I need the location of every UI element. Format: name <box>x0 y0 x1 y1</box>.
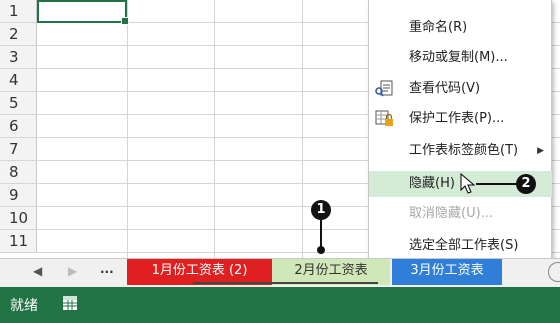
menu-item-label: 移动或复制(M)... <box>409 50 508 65</box>
tab-sheet-mar[interactable]: 3月份工资表 <box>392 259 502 285</box>
menu-item-view-code[interactable]: 查看代码(V) <box>369 76 552 102</box>
tab-scroll-right-icon[interactable]: ▶ <box>68 264 77 278</box>
menu-item-label: 取消隐藏(U)... <box>409 206 494 221</box>
menu-item-tab-color[interactable]: 工作表标签颜色(T) ▶ <box>369 138 552 164</box>
view-code-icon <box>374 80 394 98</box>
row-header[interactable]: 6 <box>0 115 37 137</box>
menu-item-protect-sheet[interactable]: 保护工作表(P)... <box>369 106 552 132</box>
callout-two-leader <box>476 183 516 185</box>
macro-record-icon[interactable] <box>62 295 78 311</box>
tab-scroll-left-icon[interactable]: ◀ <box>33 264 42 278</box>
row-header[interactable]: 10 <box>0 207 37 229</box>
selected-tabs-underline <box>193 282 378 284</box>
row-header[interactable]: 4 <box>0 69 37 91</box>
row-header[interactable]: 9 <box>0 184 37 206</box>
menu-item-unhide: 取消隐藏(U)... <box>369 201 552 227</box>
menu-item-label: 重命名(R) <box>409 20 468 35</box>
menu-item-label: 查看代码(V) <box>409 81 481 96</box>
callout-one: 1 <box>311 200 331 220</box>
protect-sheet-icon <box>374 110 394 128</box>
row-header[interactable]: 2 <box>0 23 37 45</box>
menu-item-rename[interactable]: 重命名(R) <box>369 15 552 41</box>
add-sheet-icon[interactable] <box>548 262 560 282</box>
context-menu: 重命名(R) 移动或复制(M)... 查看代码(V) 保护工作表(P)... 工… <box>368 0 552 262</box>
callout-one-leader <box>320 220 322 248</box>
row-header[interactable]: 5 <box>0 92 37 114</box>
row-header[interactable]: 1 <box>0 0 37 22</box>
callout-one-dot <box>317 246 325 254</box>
row-header[interactable]: 11 <box>0 230 37 252</box>
row-header[interactable]: 3 <box>0 46 37 68</box>
row-header[interactable]: 8 <box>0 161 37 183</box>
menu-item-label: 选定全部工作表(S) <box>409 238 519 253</box>
fill-handle[interactable] <box>121 17 129 25</box>
menu-item-label: 保护工作表(P)... <box>409 111 505 126</box>
menu-item-label: 工作表标签颜色(T) <box>409 143 519 158</box>
status-bar: 就绪 <box>0 287 560 323</box>
more-tabs-ellipsis[interactable]: ... <box>100 262 114 276</box>
menu-item-label: 隐藏(H) <box>409 176 455 191</box>
menu-item-select-all-sheets[interactable]: 选定全部工作表(S) <box>369 233 552 259</box>
active-cell[interactable] <box>37 0 129 25</box>
submenu-arrow-icon: ▶ <box>537 146 544 156</box>
row-header[interactable]: 7 <box>0 138 37 160</box>
menu-item-move-copy[interactable]: 移动或复制(M)... <box>369 45 552 71</box>
status-ready-text: 就绪 <box>10 298 38 314</box>
callout-two: 2 <box>516 174 536 194</box>
